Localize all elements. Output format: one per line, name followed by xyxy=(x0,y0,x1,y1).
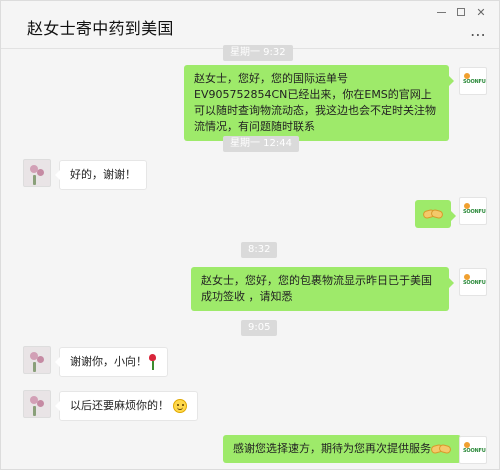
timestamp: 星期一 12:44 xyxy=(223,136,299,152)
minimize-icon xyxy=(436,11,446,13)
chat-title: 赵女士寄中药到美国 xyxy=(27,19,174,38)
message-bubble-outgoing[interactable]: 赵女士，您好，您的国际运单号EV905752854CN已经出来，你在EMS的官网… xyxy=(184,65,454,141)
minimize-button[interactable] xyxy=(431,5,451,19)
more-options-icon[interactable]: ⋯ xyxy=(470,25,487,44)
window-controls: ✕ xyxy=(431,5,491,19)
contact-avatar[interactable] xyxy=(23,159,51,187)
self-avatar[interactable]: SOONFUN xyxy=(459,197,487,225)
contact-avatar[interactable] xyxy=(23,346,51,374)
message-bubble-incoming[interactable]: 好的，谢谢！ xyxy=(55,160,147,190)
scrollbar[interactable] xyxy=(493,51,497,461)
chat-window: 赵女士寄中药到美国 ✕ ⋯ 星期一 9:32 赵女士，您好，您的国际运单号EV9… xyxy=(0,0,500,470)
message-bubble-incoming[interactable]: 谢谢你，小向！ xyxy=(55,347,168,377)
close-button[interactable]: ✕ xyxy=(471,5,491,19)
smiley-icon xyxy=(172,399,187,413)
message-bubble-incoming[interactable]: 以后还要麻烦你的！ xyxy=(55,391,198,421)
contact-avatar[interactable] xyxy=(23,390,51,418)
self-avatar[interactable]: SOONFUN xyxy=(459,268,487,296)
rose-icon xyxy=(147,354,157,370)
message-bubble-outgoing[interactable]: 赵女士，您好，您的包裹物流显示昨日已于美国成功签收 ，请知悉 xyxy=(191,267,454,311)
maximize-icon xyxy=(457,8,465,16)
self-avatar[interactable]: SOONFUN xyxy=(459,436,487,464)
handshake-icon xyxy=(430,443,452,455)
message-bubble-outgoing[interactable] xyxy=(415,200,456,228)
title-bar: 赵女士寄中药到美国 ✕ ⋯ xyxy=(1,1,499,49)
close-icon: ✕ xyxy=(476,5,486,19)
message-bubble-outgoing[interactable]: 感谢您选择速方，期待为您再次提供服务 xyxy=(223,435,466,463)
timestamp: 星期一 9:32 xyxy=(223,45,293,61)
self-avatar[interactable]: SOONFUN xyxy=(459,67,487,95)
timestamp: 8:32 xyxy=(241,242,278,258)
handshake-icon xyxy=(422,208,444,220)
maximize-button[interactable] xyxy=(451,5,471,19)
timestamp: 9:05 xyxy=(241,320,278,336)
